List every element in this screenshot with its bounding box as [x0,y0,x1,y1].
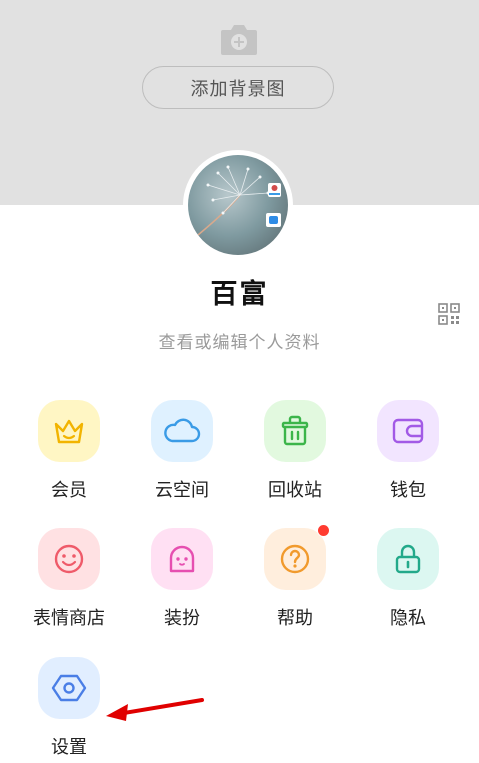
wallet-tile[interactable] [377,400,439,462]
grid-label-settings: 设置 [51,737,87,758]
grid-label-recycle: 回收站 [268,480,322,501]
help-tile[interactable] [264,524,330,590]
grid-item-help[interactable]: 帮助 [245,524,345,638]
trash-icon [281,415,309,446]
grid-item-stickers[interactable]: 表情商店 [19,528,119,638]
avatar-image [188,155,288,255]
wallet-icon [392,418,424,444]
grid-label-stickers: 表情商店 [33,608,105,629]
edit-profile-link[interactable]: 查看或编辑个人资料 [0,328,479,353]
grid-item-recycle[interactable]: 回收站 [245,400,345,510]
grid-label-member: 会员 [51,480,87,501]
lock-icon [395,544,421,574]
member-tile[interactable] [38,400,100,462]
grid-label-help: 帮助 [277,608,313,629]
grid-label-privacy: 隐私 [390,608,426,629]
grid-label-cloud: 云空间 [155,480,209,501]
grid-item-member[interactable]: 会员 [19,400,119,510]
username[interactable]: 百富 [0,272,479,311]
privacy-tile[interactable] [377,528,439,590]
cloud-icon [164,418,201,443]
hexagon-settings-icon [51,674,87,702]
recycle-tile[interactable] [264,400,326,462]
ghost-icon [169,545,195,573]
crown-icon [54,419,84,444]
red-arrow-annotation [106,698,204,721]
dressup-tile[interactable] [151,528,213,590]
smiley-icon [54,544,84,574]
grid-item-wallet[interactable]: 钱包 [358,400,458,510]
settings-tile[interactable] [38,657,100,719]
question-icon [280,544,310,574]
add-background-button[interactable]: 添加背景图 [142,66,334,109]
cloud-tile[interactable] [151,400,213,462]
grid-item-privacy[interactable]: 隐私 [358,528,458,638]
notification-badge [317,524,330,537]
profile-screen: 添加背景图 百富 查看或编辑个人资料 会员 云空间 回收站 钱包 表情商店 装扮… [0,0,479,763]
camera-plus-icon[interactable] [219,21,259,57]
stickers-tile[interactable] [38,528,100,590]
grid-item-dressup[interactable]: 装扮 [132,528,232,638]
avatar[interactable] [183,150,293,260]
grid-label-dressup: 装扮 [164,608,200,629]
grid-item-cloud[interactable]: 云空间 [132,400,232,510]
grid-label-wallet: 钱包 [390,480,426,501]
qr-code-icon[interactable] [438,303,460,325]
